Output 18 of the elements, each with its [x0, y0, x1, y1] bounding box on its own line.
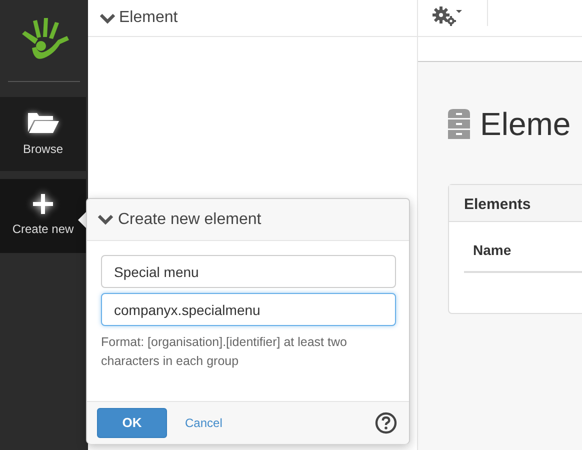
chevron-down-icon — [100, 12, 115, 24]
format-hint: Format: [organisation].[identifier] at least two characters in each group — [101, 334, 348, 370]
gears-icon — [432, 6, 462, 26]
plus-icon — [33, 194, 53, 214]
ok-button[interactable]: OK — [97, 408, 167, 438]
column-header: Name — [464, 240, 582, 273]
cabinet-icon — [448, 109, 470, 139]
popover-title: Create new element — [118, 210, 262, 230]
page-heading: Eleme — [480, 105, 571, 144]
sidebar-nav-item[interactable]: Browse — [0, 97, 86, 171]
input-field[interactable]: Special menu — [101, 255, 396, 288]
card-title: Elements — [449, 185, 582, 222]
input-field[interactable]: companyx.specialmenu — [101, 293, 396, 326]
help-icon[interactable] — [375, 412, 397, 434]
chevron-down-icon — [98, 214, 113, 225]
folder-icon — [27, 110, 59, 134]
panel-title: Element — [119, 8, 178, 28]
sidebar-nav-item[interactable]: Create new — [0, 179, 86, 253]
